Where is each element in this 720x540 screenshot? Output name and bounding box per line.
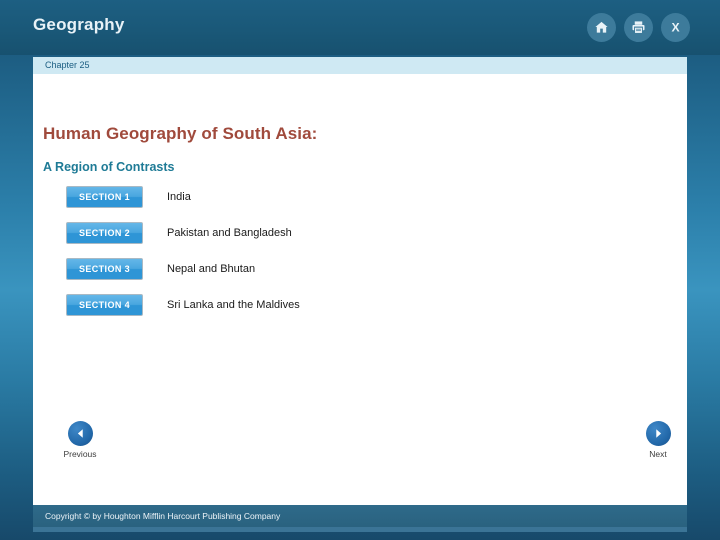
section-list: SECTION 1 India SECTION 2 Pakistan and B… xyxy=(66,186,626,330)
print-button[interactable] xyxy=(624,13,653,42)
previous-button[interactable]: Previous xyxy=(50,421,110,459)
page-title: Human Geography of South Asia: xyxy=(43,124,318,143)
copyright-bar: Copyright © by Houghton Mifflin Harcourt… xyxy=(33,505,687,527)
section-1-button[interactable]: SECTION 1 xyxy=(66,186,143,208)
header-icon-group: X xyxy=(587,13,690,42)
section-2-button[interactable]: SECTION 2 xyxy=(66,222,143,244)
close-icon: X xyxy=(668,20,683,35)
list-item: SECTION 2 Pakistan and Bangladesh xyxy=(66,222,626,244)
content-card: Chapter 25 Human Geography of South Asia… xyxy=(33,57,687,505)
presentation-slide: Geography X Chapter 25 Human Geography o… xyxy=(0,0,720,540)
section-4-label: Sri Lanka and the Maldives xyxy=(167,299,300,311)
section-2-label: Pakistan and Bangladesh xyxy=(167,227,292,239)
previous-arrow-icon xyxy=(67,421,93,446)
list-item: SECTION 4 Sri Lanka and the Maldives xyxy=(66,294,626,316)
app-title: Geography xyxy=(33,15,125,34)
page-subtitle: A Region of Contrasts xyxy=(43,160,175,174)
next-arrow-icon xyxy=(645,421,671,446)
next-button[interactable]: Next xyxy=(628,421,688,459)
list-item: SECTION 3 Nepal and Bhutan xyxy=(66,258,626,280)
chapter-label: Chapter 25 xyxy=(33,57,687,74)
home-icon xyxy=(594,20,609,35)
next-label: Next xyxy=(649,449,667,459)
slide-header: Geography X xyxy=(0,0,720,55)
card-body: Human Geography of South Asia: A Region … xyxy=(33,74,687,505)
bottom-divider xyxy=(33,527,687,532)
home-button[interactable] xyxy=(587,13,616,42)
print-icon xyxy=(631,20,646,35)
section-4-button[interactable]: SECTION 4 xyxy=(66,294,143,316)
section-1-label: India xyxy=(167,191,191,203)
list-item: SECTION 1 India xyxy=(66,186,626,208)
svg-text:X: X xyxy=(671,21,680,35)
close-button[interactable]: X xyxy=(661,13,690,42)
section-3-button[interactable]: SECTION 3 xyxy=(66,258,143,280)
previous-label: Previous xyxy=(63,449,97,459)
section-3-label: Nepal and Bhutan xyxy=(167,263,256,275)
